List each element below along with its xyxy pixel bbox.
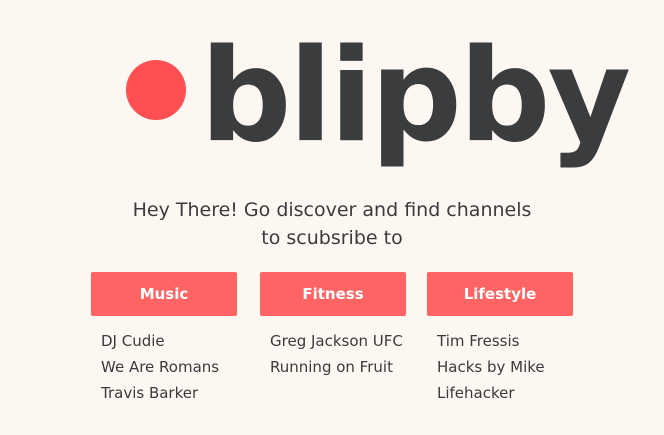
category-column-music: Music DJ Cudie We Are Romans Travis Bark… xyxy=(91,272,237,406)
channel-link[interactable]: Running on Fruit xyxy=(270,354,406,380)
logo-dot-icon xyxy=(126,60,186,120)
logo: blipby xyxy=(126,22,631,182)
tagline-line-1: Hey There! Go discover and find channels xyxy=(132,199,532,221)
category-column-fitness: Fitness Greg Jackson UFC Running on Frui… xyxy=(260,272,406,380)
tagline-line-2: to scubsribe to xyxy=(261,227,403,249)
channel-link[interactable]: Travis Barker xyxy=(101,380,237,406)
channel-link[interactable]: Hacks by Mike xyxy=(437,354,573,380)
tagline: Hey There! Go discover and find channels… xyxy=(0,196,664,252)
channel-link[interactable]: We Are Romans xyxy=(101,354,237,380)
category-columns: Music DJ Cudie We Are Romans Travis Bark… xyxy=(91,272,573,422)
channel-link[interactable]: Tim Fressis xyxy=(437,328,573,354)
fitness-category-button[interactable]: Fitness xyxy=(260,272,406,316)
lifestyle-channel-list: Tim Fressis Hacks by Mike Lifehacker xyxy=(437,328,573,406)
logo-wordmark: blipby xyxy=(200,22,631,171)
channel-link[interactable]: DJ Cudie xyxy=(101,328,237,354)
fitness-channel-list: Greg Jackson UFC Running on Fruit xyxy=(270,328,406,380)
music-channel-list: DJ Cudie We Are Romans Travis Barker xyxy=(101,328,237,406)
lifestyle-category-button[interactable]: Lifestyle xyxy=(427,272,573,316)
music-category-button[interactable]: Music xyxy=(91,272,237,316)
page: blipby Hey There! Go discover and find c… xyxy=(0,0,664,435)
category-column-lifestyle: Lifestyle Tim Fressis Hacks by Mike Life… xyxy=(427,272,573,406)
channel-link[interactable]: Greg Jackson UFC xyxy=(270,328,406,354)
channel-link[interactable]: Lifehacker xyxy=(437,380,573,406)
